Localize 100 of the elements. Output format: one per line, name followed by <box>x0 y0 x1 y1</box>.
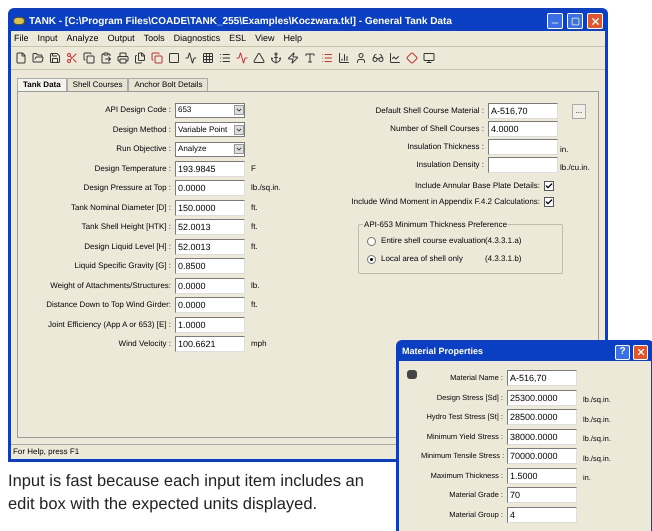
glasses-icon[interactable] <box>372 52 384 64</box>
anchor-icon[interactable] <box>270 52 282 64</box>
unit-label: lb./sq.in. <box>250 182 281 194</box>
field-label: Wind Velocity : <box>118 338 172 350</box>
menu-item[interactable]: Analyze <box>66 32 99 46</box>
input-field[interactable]: 0.8500 <box>175 258 245 274</box>
field-label: Design Liquid Level [H] : <box>83 240 172 252</box>
menu-item[interactable]: File <box>14 32 29 46</box>
dropdown-value: Variable Point <box>177 124 228 136</box>
close-icon <box>590 16 600 26</box>
paste-icon[interactable] <box>100 52 112 64</box>
dropdown[interactable]: Variable Point <box>175 122 245 137</box>
input-field[interactable] <box>488 157 558 173</box>
dropdown[interactable]: Analyze <box>175 142 245 156</box>
copy-icon[interactable] <box>83 52 95 64</box>
input-field[interactable]: 4.0000 <box>488 121 558 137</box>
radio-button[interactable] <box>367 254 376 264</box>
field-label: Liquid Specific Gravity [G] : <box>74 260 172 272</box>
person-icon[interactable] <box>355 52 367 64</box>
checkbox[interactable] <box>544 197 554 207</box>
monitor-icon[interactable] <box>423 52 435 64</box>
field-label: Tank Shell Height [HTK] : <box>80 221 172 233</box>
new-file-icon[interactable] <box>15 52 27 64</box>
window-title: TANK - [C:\Program Files\COADE\TANK_255\Examples\Koczwara.tkl] - General Tank Data <box>29 14 453 28</box>
input-field[interactable]: 52.0013 <box>175 238 245 254</box>
input-field[interactable]: 70 <box>507 487 577 503</box>
diamond-icon[interactable] <box>406 52 418 64</box>
input-field[interactable]: 0.0000 <box>175 180 245 196</box>
field-label: Design Method : <box>112 124 172 136</box>
app-icon <box>13 17 25 25</box>
documents-icon[interactable] <box>134 52 146 64</box>
menu-item[interactable]: Help <box>284 32 302 46</box>
unit-label: ft. <box>250 202 258 214</box>
input-field[interactable]: A-516,70 <box>507 370 577 386</box>
maximize-button[interactable] <box>567 13 583 29</box>
letter-icon[interactable] <box>304 52 316 64</box>
radio-button[interactable] <box>367 236 376 246</box>
unit-label: mph <box>250 338 267 350</box>
input-field[interactable]: 25300.0000 <box>507 390 577 406</box>
input-field[interactable]: 0.0000 <box>175 297 245 313</box>
folder-icon[interactable] <box>32 52 44 64</box>
caption: Input is fast because each input item includes an edit box with the expected units displayed. <box>8 471 365 515</box>
unit-label: ft. <box>250 299 258 311</box>
save-icon[interactable] <box>49 52 61 64</box>
input-field[interactable]: 28500.0000 <box>507 409 577 425</box>
input-field[interactable]: 52.0013 <box>175 219 245 235</box>
field-label: Joint Efficiency (App A or 653) [E] : <box>46 318 172 330</box>
dropdown[interactable]: 653 <box>175 102 245 118</box>
dialog-title: Material Properties <box>402 345 484 358</box>
square-icon[interactable] <box>168 52 180 64</box>
help-button[interactable]: ? <box>615 344 630 360</box>
printer-icon[interactable] <box>117 52 129 64</box>
section-reference: (4.3.3.1.b) <box>485 253 522 265</box>
input-field[interactable] <box>488 139 558 155</box>
unit-label: ft. <box>250 240 258 252</box>
tab[interactable]: Anchor Bolt Details <box>128 78 208 91</box>
unit-label: lb./cu.in. <box>559 162 590 174</box>
triangle-icon[interactable] <box>253 52 265 64</box>
dropdown-value: Analyze <box>177 143 208 155</box>
field-label: Design Temperature : <box>94 162 172 174</box>
input-field[interactable]: 193.9845 <box>175 160 245 176</box>
menu-item[interactable]: View <box>255 32 275 46</box>
menu-item[interactable]: ESL <box>229 32 246 46</box>
close-button[interactable] <box>587 13 603 29</box>
checkbox[interactable] <box>544 181 554 191</box>
input-field[interactable]: 38000.0000 <box>507 428 577 444</box>
field-label: Design Pressure at Top : <box>82 182 172 194</box>
field-label: Tank Nominal Diameter [D] : <box>70 202 172 214</box>
close-button[interactable] <box>633 344 648 360</box>
browse-button[interactable]: ... <box>572 104 586 118</box>
line-chart-icon[interactable] <box>389 52 401 64</box>
grid-icon[interactable] <box>202 52 214 64</box>
radio-label: Local area of shell only <box>381 253 464 265</box>
menu-item[interactable]: Output <box>108 32 135 46</box>
maximize-icon <box>570 16 580 26</box>
field-label: Number of Shell Courses : <box>389 123 485 135</box>
menu-item[interactable]: Input <box>38 32 58 46</box>
tab[interactable]: Tank Data <box>17 78 67 91</box>
minimize-button[interactable] <box>547 13 563 29</box>
field-label: Insulation Thickness : <box>406 141 485 153</box>
menu-item[interactable]: Tools <box>144 32 165 46</box>
input-field[interactable]: 150.0000 <box>175 200 245 216</box>
lightning-icon[interactable] <box>287 52 299 64</box>
input-field[interactable]: 100.6621 <box>175 336 245 352</box>
bar-chart-icon[interactable] <box>338 52 350 64</box>
input-field[interactable]: 4 <box>507 506 577 522</box>
input-field[interactable]: A-516,70 <box>488 103 558 119</box>
dropdown-value: 653 <box>177 104 192 116</box>
menu-item[interactable]: Diagnostics <box>174 32 220 46</box>
input-field[interactable]: 70000.0000 <box>507 448 577 464</box>
wave-icon[interactable] <box>185 52 197 64</box>
field-label: Insulation Density : <box>415 159 485 171</box>
unit-label: lb. <box>250 280 260 292</box>
input-field[interactable]: 1.5000 <box>507 468 577 484</box>
scissors-icon[interactable] <box>66 52 78 64</box>
field-label: API Design Code : <box>104 104 172 116</box>
field-label: Run Objective : <box>115 143 172 155</box>
tab[interactable]: Shell Courses <box>66 78 128 91</box>
input-field[interactable]: 1.0000 <box>175 316 245 332</box>
input-field[interactable]: 0.0000 <box>175 278 245 294</box>
